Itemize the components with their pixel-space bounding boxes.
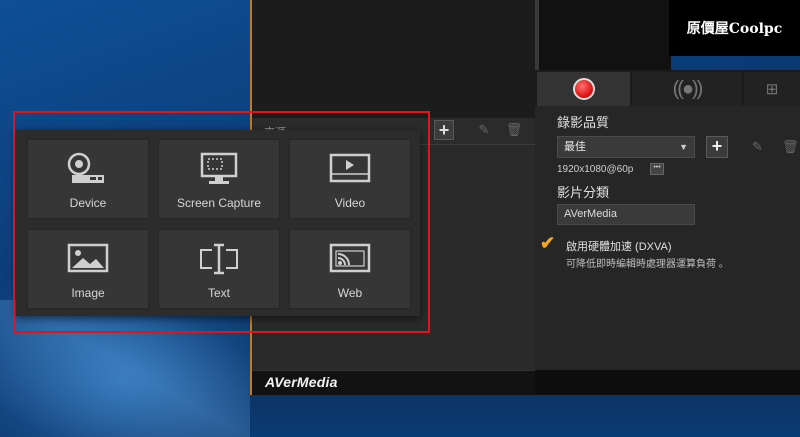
hw-accel-note: 可降低即時編輯時處理器運算負荷 。 bbox=[566, 259, 729, 270]
record-icon bbox=[572, 78, 595, 100]
source-tile-text[interactable]: Text bbox=[158, 229, 280, 309]
video-play-icon bbox=[329, 153, 371, 183]
source-tile-label: Video bbox=[334, 196, 366, 210]
broadcast-icon: ((●)) bbox=[672, 77, 704, 100]
pencil-icon: ✎ bbox=[478, 122, 490, 137]
watermark-logo: 原價屋Coolpc bbox=[669, 0, 800, 56]
quality-title: 錄影品質 bbox=[557, 115, 610, 130]
image-icon bbox=[67, 243, 109, 273]
source-tile-image[interactable]: Image bbox=[27, 229, 149, 309]
webcam-icon bbox=[67, 152, 104, 183]
resolution-text: 1920x1080@60p bbox=[557, 164, 634, 175]
category-input[interactable]: AVerMedia bbox=[557, 204, 695, 225]
source-tile-label: Screen Capture bbox=[176, 196, 262, 210]
hw-accel-label: 啟用硬體加速 (DXVA) bbox=[566, 241, 672, 253]
edit-profile-button[interactable]: ✎ bbox=[752, 139, 763, 155]
avermedia-logo: AVerMedia bbox=[265, 374, 338, 390]
category-title: 影片分類 bbox=[557, 185, 610, 200]
delete-source-button[interactable]: 🗑 bbox=[504, 120, 524, 140]
tab-record[interactable] bbox=[537, 72, 630, 106]
desktop-bottom bbox=[250, 395, 800, 437]
trash-icon: 🗑 bbox=[505, 122, 523, 137]
add-source-button[interactable]: + bbox=[434, 120, 454, 140]
screen-capture-icon bbox=[200, 152, 238, 184]
quality-select[interactable]: 最佳 ▼ bbox=[557, 136, 695, 158]
text-cursor-icon bbox=[200, 243, 238, 275]
edit-source-button[interactable]: ✎ bbox=[474, 120, 494, 140]
delete-profile-button[interactable]: 🗑 bbox=[782, 139, 799, 155]
source-tile-label: Text bbox=[207, 286, 230, 300]
cast-icon bbox=[329, 243, 371, 273]
chevron-down-icon: ▼ bbox=[679, 142, 688, 152]
add-profile-button[interactable]: + bbox=[706, 136, 728, 158]
desktop-light-beam bbox=[0, 300, 260, 437]
source-tile-device[interactable]: Device bbox=[27, 139, 149, 219]
preview-area bbox=[539, 0, 671, 70]
quality-select-value: 最佳 bbox=[564, 141, 586, 153]
tab-network[interactable]: ⊞ bbox=[744, 72, 800, 106]
source-tile-video[interactable]: Video bbox=[289, 139, 411, 219]
source-tile-label: Web bbox=[337, 286, 363, 300]
hw-accel-checkbox[interactable]: ✔ bbox=[540, 233, 555, 254]
source-tile-label: Image bbox=[71, 286, 105, 300]
tab-stream[interactable]: ((●)) bbox=[632, 72, 742, 106]
more-options-button[interactable]: ••• bbox=[650, 163, 664, 175]
source-tile-screen-capture[interactable]: Screen Capture bbox=[158, 139, 280, 219]
network-icon: ⊞ bbox=[765, 81, 779, 98]
sources-pane-top bbox=[252, 0, 535, 118]
panel-footer bbox=[535, 370, 800, 395]
source-tile-label: Device bbox=[69, 196, 107, 210]
source-tile-web[interactable]: Web bbox=[289, 229, 411, 309]
watermark-text: 原價屋Coolpc bbox=[686, 21, 783, 37]
